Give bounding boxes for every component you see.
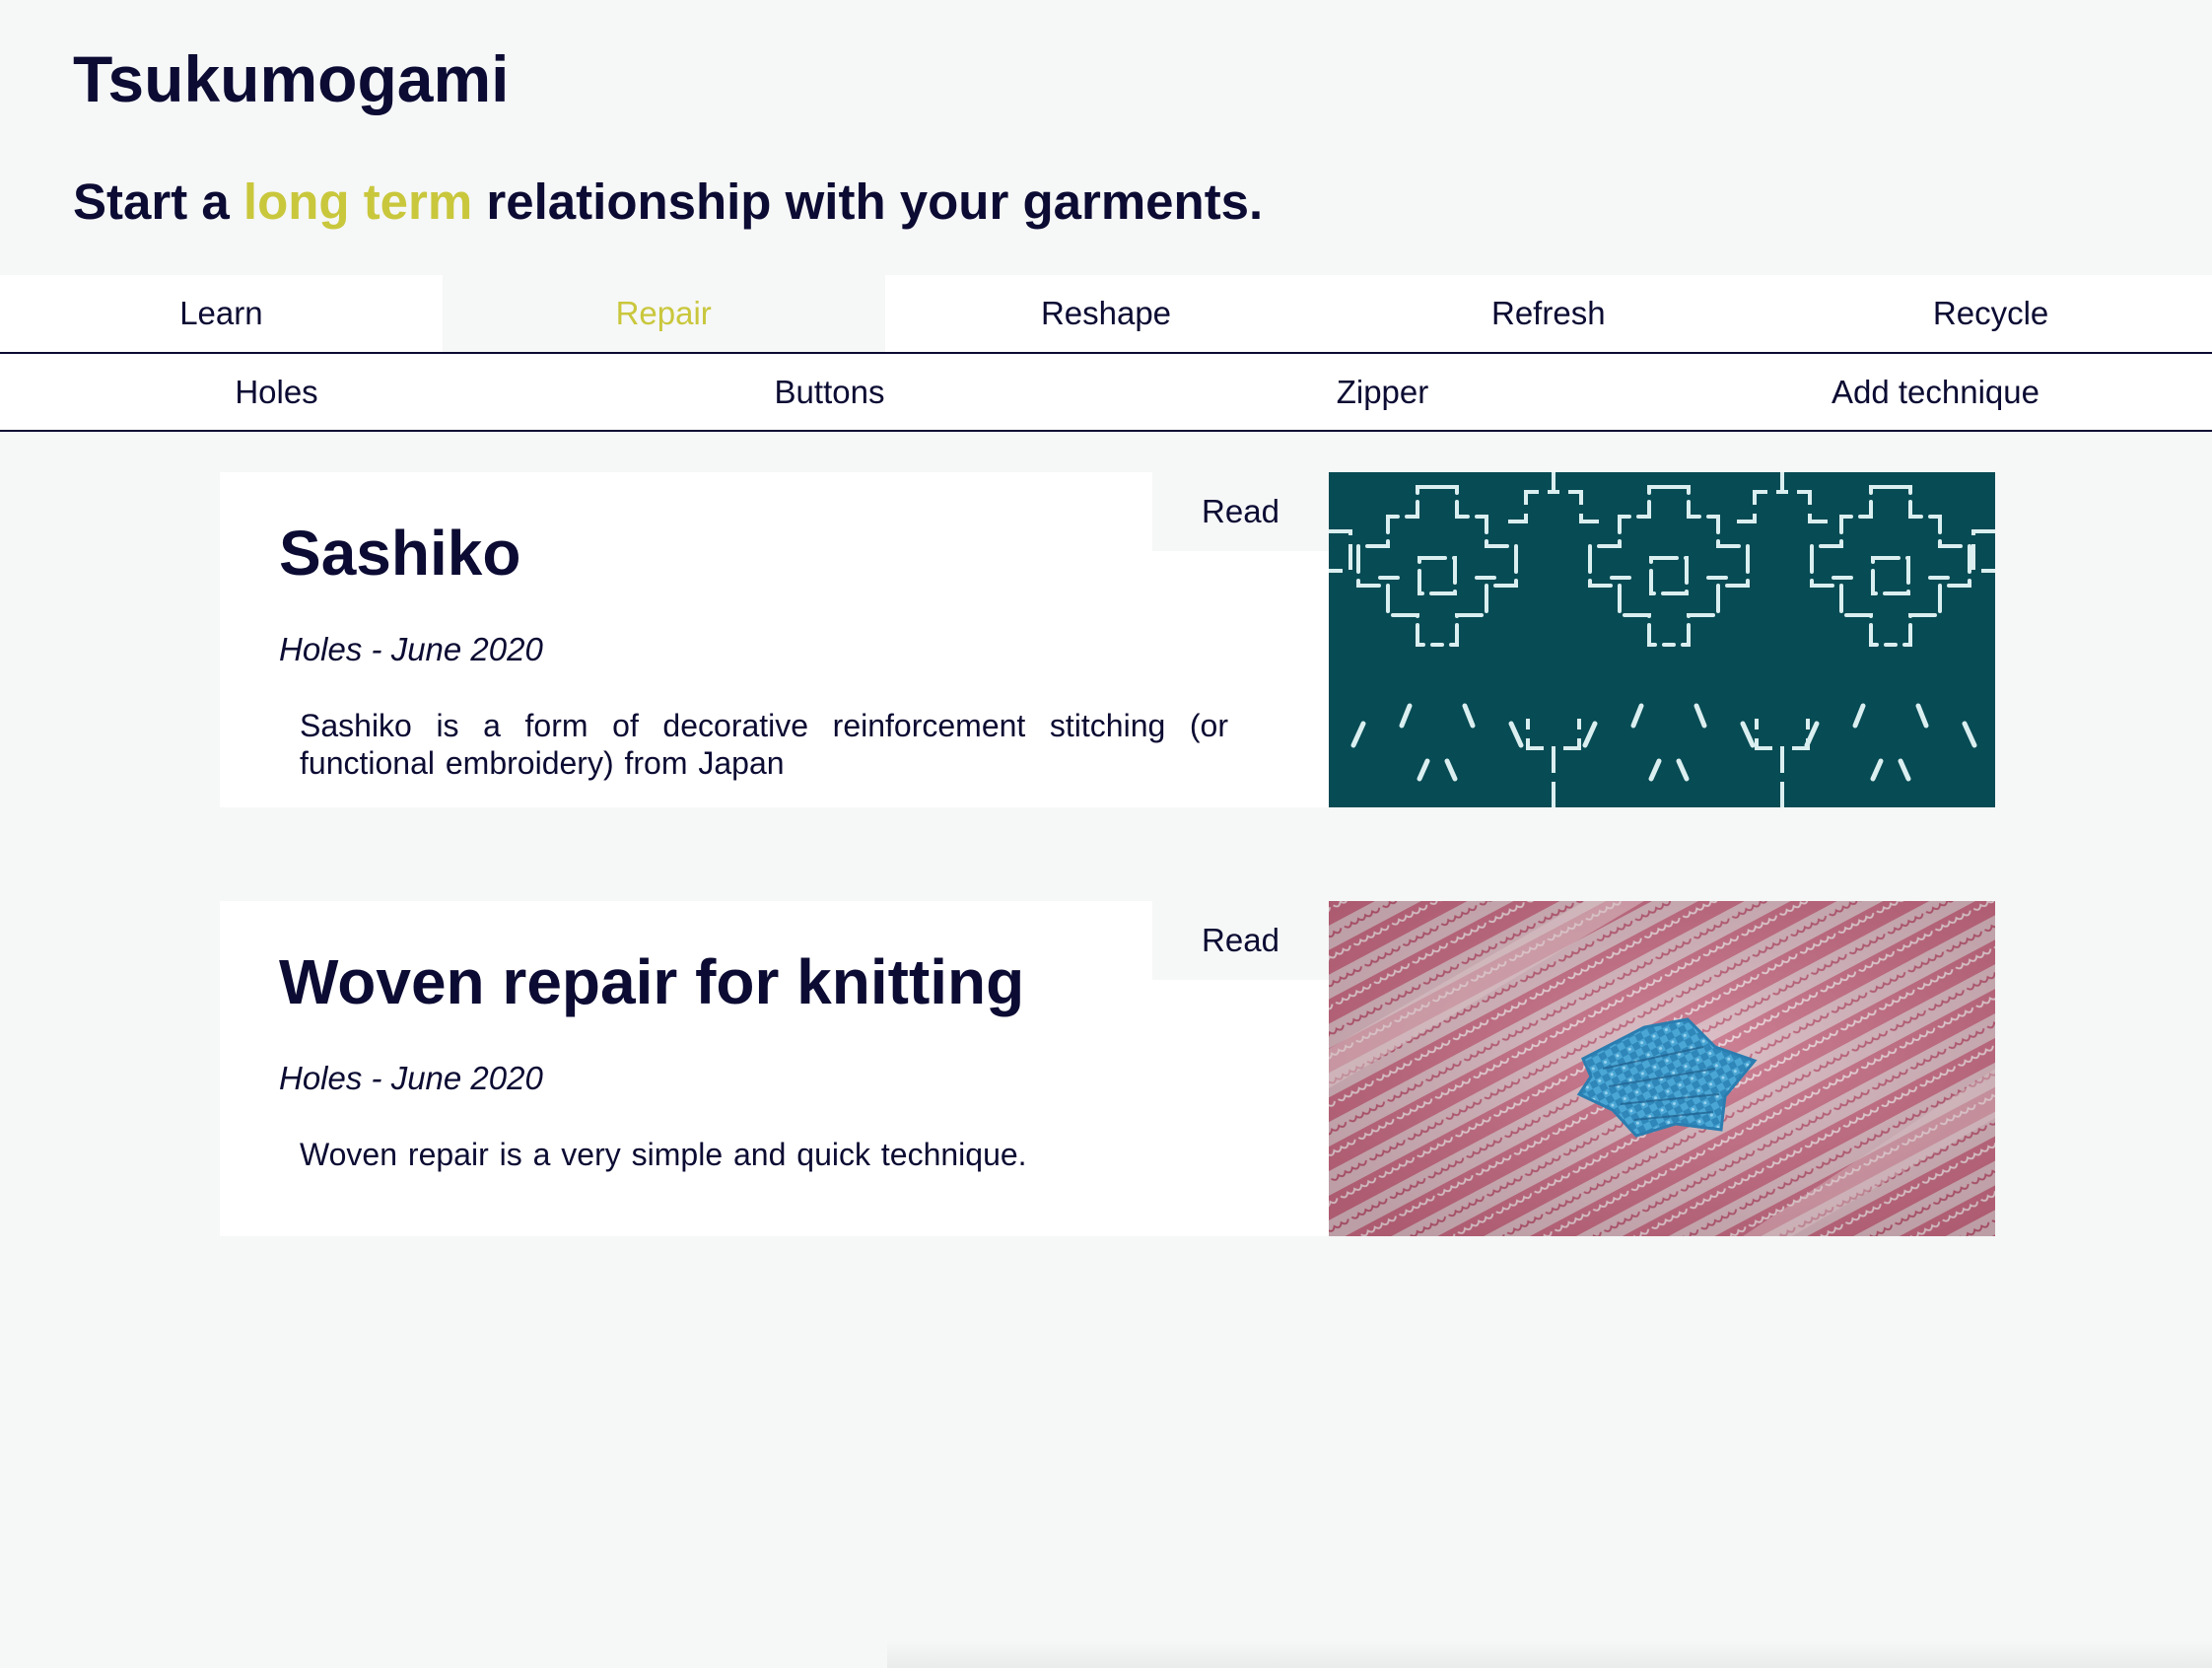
tab-reshape[interactable]: Reshape [885, 275, 1328, 352]
primary-nav: Learn Repair Reshape Refresh Recycle [0, 275, 2212, 354]
subtab-holes[interactable]: Holes [0, 354, 553, 430]
read-button[interactable]: Read [1152, 901, 1329, 980]
tagline-start: Start a [73, 174, 243, 230]
article-card-body: Woven repair for knitting Holes - June 2… [220, 901, 1329, 1236]
tab-recycle[interactable]: Recycle [1769, 275, 2212, 352]
subtab-zipper[interactable]: Zipper [1106, 354, 1659, 430]
read-button[interactable]: Read [1152, 472, 1329, 551]
tab-learn[interactable]: Learn [0, 275, 443, 352]
article-meta: Holes - June 2020 [279, 631, 543, 667]
article-card-sashiko: Sashiko Holes - June 2020 Sashiko is a f… [220, 472, 1995, 807]
sashiko-stitch-pattern-image[interactable] [1329, 472, 1995, 807]
article-meta: Holes - June 2020 [279, 1060, 543, 1096]
article-description: Sashiko is a form of decorative reinforc… [300, 708, 1228, 781]
secondary-nav: Holes Buttons Zipper Add technique [0, 354, 2212, 432]
article-title: Sashiko [279, 518, 521, 589]
tagline: Start a long term relationship with your… [73, 168, 1263, 237]
article-card-body: Sashiko Holes - June 2020 Sashiko is a f… [220, 472, 1329, 807]
woven-knit-patch-image[interactable] [1329, 901, 1995, 1236]
bottom-shadow [887, 1640, 2212, 1668]
article-description: Woven repair is a very simple and quick … [300, 1137, 1027, 1172]
article-card-woven-repair: Woven repair for knitting Holes - June 2… [220, 901, 1995, 1236]
subtab-add-technique[interactable]: Add technique [1659, 354, 2212, 430]
tab-refresh[interactable]: Refresh [1327, 275, 1769, 352]
tagline-end: relationship with your garments. [472, 174, 1264, 230]
tagline-accent: long term [242, 174, 473, 230]
tab-repair[interactable]: Repair [442, 275, 885, 352]
site-title: Tsukumogami [73, 42, 510, 115]
article-title: Woven repair for knitting [279, 946, 1025, 1017]
subtab-buttons[interactable]: Buttons [553, 354, 1106, 430]
